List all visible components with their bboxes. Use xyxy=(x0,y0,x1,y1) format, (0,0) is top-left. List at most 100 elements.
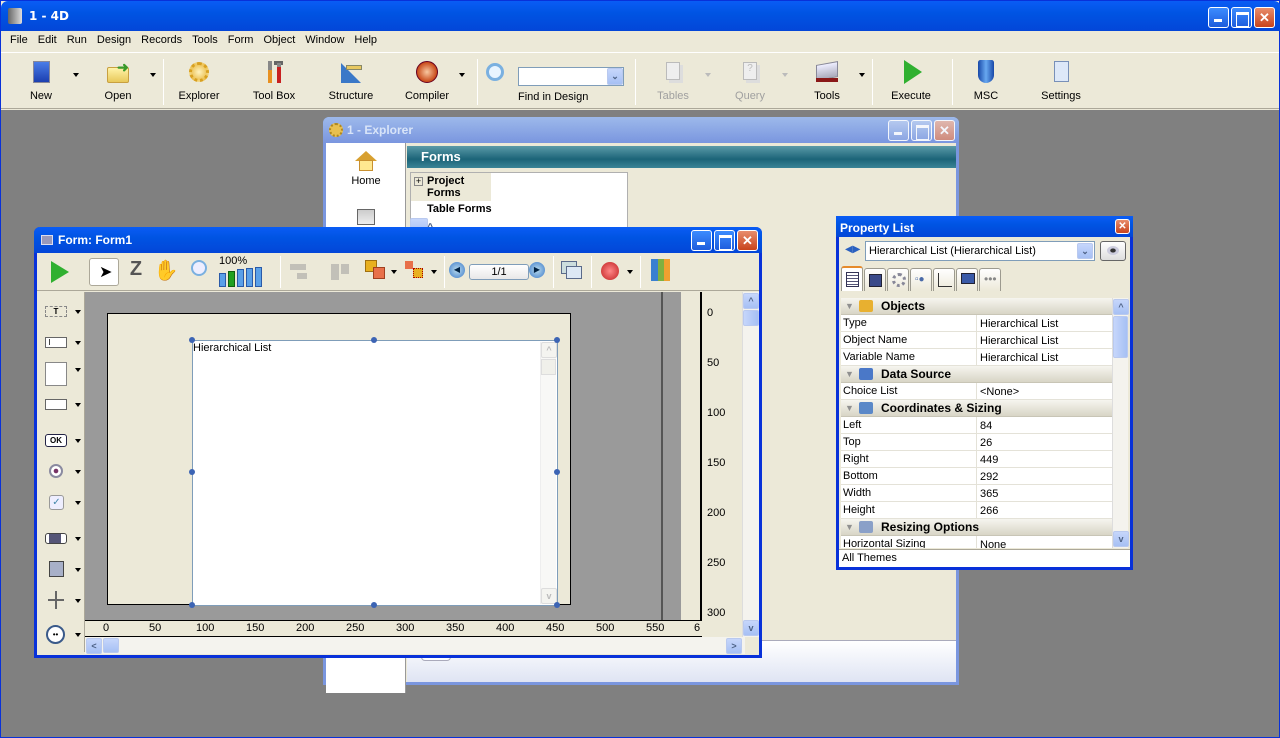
property-value[interactable]: 26 xyxy=(977,434,995,450)
property-row[interactable]: Horizontal Sizing None xyxy=(841,536,1113,548)
property-section-header[interactable]: ▼ Data Source xyxy=(841,366,1113,383)
menu-object[interactable]: Object xyxy=(258,31,300,51)
scroll-right-button[interactable]: > xyxy=(726,638,742,654)
property-value[interactable]: 84 xyxy=(977,417,995,433)
open-dropdown-arrow[interactable] xyxy=(150,73,156,77)
group-button[interactable] xyxy=(403,258,439,286)
property-row[interactable]: Variable Name Hierarchical List xyxy=(841,349,1113,366)
palette-radio-tool[interactable] xyxy=(43,462,81,482)
next-page-button[interactable]: ▶ xyxy=(529,258,547,286)
form-horizontal-scrollbar[interactable]: < > xyxy=(85,637,745,654)
collapse-triangle-icon[interactable]: ▼ xyxy=(845,369,859,379)
explorer-titlebar[interactable]: 1 - Explorer ✕ xyxy=(323,117,959,143)
query-button[interactable]: ? Query xyxy=(720,57,788,107)
property-value[interactable]: Hierarchical List xyxy=(977,315,1061,331)
palette-splitter-tool[interactable] xyxy=(43,591,81,611)
palette-plugin-tool[interactable]: •• xyxy=(43,625,81,645)
form-width-limit-marker[interactable] xyxy=(661,292,663,620)
property-section-header[interactable]: ▼ Objects xyxy=(841,298,1113,315)
tree-item-project-forms[interactable]: + Project Forms xyxy=(411,173,491,201)
menu-file[interactable]: File xyxy=(5,31,33,51)
tab-more[interactable]: ••• xyxy=(979,268,1001,291)
tables-button[interactable]: Tables xyxy=(643,57,711,107)
resize-handle-bottom[interactable] xyxy=(371,602,377,608)
property-row[interactable]: Right 449 xyxy=(841,451,1113,468)
tab-objects[interactable] xyxy=(864,268,886,291)
menu-run[interactable]: Run xyxy=(62,31,92,51)
resize-handle-top-left[interactable] xyxy=(189,337,195,343)
explorer-minimize-button[interactable] xyxy=(888,120,909,141)
property-value[interactable]: None xyxy=(977,536,1009,548)
scroll-up-button[interactable]: ^ xyxy=(743,293,759,309)
menu-tools[interactable]: Tools xyxy=(187,31,223,51)
new-dropdown-arrow[interactable] xyxy=(73,73,79,77)
palette-list-tool[interactable] xyxy=(43,360,81,388)
property-scroll-down[interactable]: v xyxy=(1113,531,1129,547)
expand-icon[interactable]: + xyxy=(414,177,423,186)
form-canvas[interactable]: Hierarchical List ^ v xyxy=(85,292,681,620)
object-nav-arrows-icon[interactable]: ◀▶ xyxy=(845,244,860,255)
resize-handle-top-right[interactable] xyxy=(554,337,560,343)
property-row[interactable]: Left 84 xyxy=(841,417,1113,434)
form-minimize-button[interactable] xyxy=(691,230,712,251)
tab-actions[interactable] xyxy=(887,268,909,291)
palette-text-tool[interactable]: T xyxy=(43,302,81,322)
property-row[interactable]: Choice List <None> xyxy=(841,383,1113,400)
run-form-button[interactable] xyxy=(47,258,73,286)
palette-combo-tool[interactable] xyxy=(43,395,81,415)
property-value[interactable]: <None> xyxy=(977,383,1022,399)
palette-rectangle-tool[interactable] xyxy=(43,560,81,580)
form-titlebar[interactable]: Form: Form1 ✕ xyxy=(34,227,762,253)
previous-page-button[interactable]: ◀ xyxy=(449,258,467,286)
scroll-left-button[interactable]: < xyxy=(86,638,102,654)
property-vertical-scrollbar[interactable]: ^ v xyxy=(1112,298,1129,548)
theme-selector[interactable]: All Themes xyxy=(839,549,1130,567)
property-value[interactable]: 365 xyxy=(977,485,1001,501)
property-list-titlebar[interactable]: Property List ✕ xyxy=(836,216,1133,237)
property-row[interactable]: Bottom 292 xyxy=(841,468,1113,485)
settings-button[interactable]: Settings xyxy=(1031,57,1091,107)
explorer-sidebar-doc-icon[interactable] xyxy=(357,209,375,225)
explorer-button[interactable]: Explorer xyxy=(169,57,229,107)
property-row[interactable]: Type Hierarchical List xyxy=(841,315,1113,332)
resize-handle-right[interactable] xyxy=(554,469,560,475)
maximize-button[interactable] xyxy=(1231,7,1252,28)
menu-window[interactable]: Window xyxy=(300,31,349,51)
arrange-layers-button[interactable] xyxy=(363,258,399,286)
resize-handle-bottom-right[interactable] xyxy=(554,602,560,608)
collapse-triangle-icon[interactable]: ▼ xyxy=(845,522,859,532)
property-row[interactable]: Object Name Hierarchical List xyxy=(841,332,1113,349)
page-indicator-field[interactable]: 1/1 xyxy=(469,264,529,280)
property-value[interactable]: 266 xyxy=(977,502,1001,518)
palette-field-tool[interactable]: I xyxy=(43,333,81,353)
hand-tool-button[interactable]: ✋ xyxy=(153,258,179,286)
palette-button-tool[interactable]: OK xyxy=(43,431,81,451)
compiler-dropdown-arrow[interactable] xyxy=(459,73,465,77)
menu-form[interactable]: Form xyxy=(223,31,259,51)
library-button[interactable] xyxy=(649,258,675,286)
scroll-thumb-horizontal[interactable] xyxy=(103,638,119,653)
explorer-close-button[interactable]: ✕ xyxy=(934,120,955,141)
find-dropdown-button[interactable]: ⌄ xyxy=(607,68,623,85)
menu-design[interactable]: Design xyxy=(92,31,136,51)
menu-edit[interactable]: Edit xyxy=(33,31,62,51)
form-pages-button[interactable] xyxy=(559,258,585,286)
z-order-tool-button[interactable]: Z xyxy=(123,258,149,286)
property-value[interactable]: Hierarchical List xyxy=(977,332,1061,348)
property-scroll-up[interactable]: ^ xyxy=(1113,299,1129,315)
palette-progress-tool[interactable] xyxy=(43,529,81,549)
form-close-button[interactable]: ✕ xyxy=(737,230,758,251)
tab-all-properties[interactable] xyxy=(841,266,863,291)
minimize-button[interactable] xyxy=(1208,7,1229,28)
collapse-triangle-icon[interactable]: ▼ xyxy=(845,403,859,413)
hierarchical-list-object[interactable]: Hierarchical List ^ v xyxy=(192,340,558,606)
open-button[interactable]: ➜ Open xyxy=(88,57,156,107)
tools-button[interactable]: Tools xyxy=(797,57,865,107)
compiler-button[interactable]: Compiler xyxy=(397,57,465,107)
object-selector-dropdown[interactable]: Hierarchical List (Hierarchical List) ⌄ xyxy=(865,241,1095,261)
resize-handle-bottom-left[interactable] xyxy=(189,602,195,608)
property-value[interactable]: Hierarchical List xyxy=(977,349,1061,365)
tab-display[interactable] xyxy=(956,268,978,291)
zoom-level-bars[interactable] xyxy=(219,267,262,287)
menu-records[interactable]: Records xyxy=(136,31,187,51)
